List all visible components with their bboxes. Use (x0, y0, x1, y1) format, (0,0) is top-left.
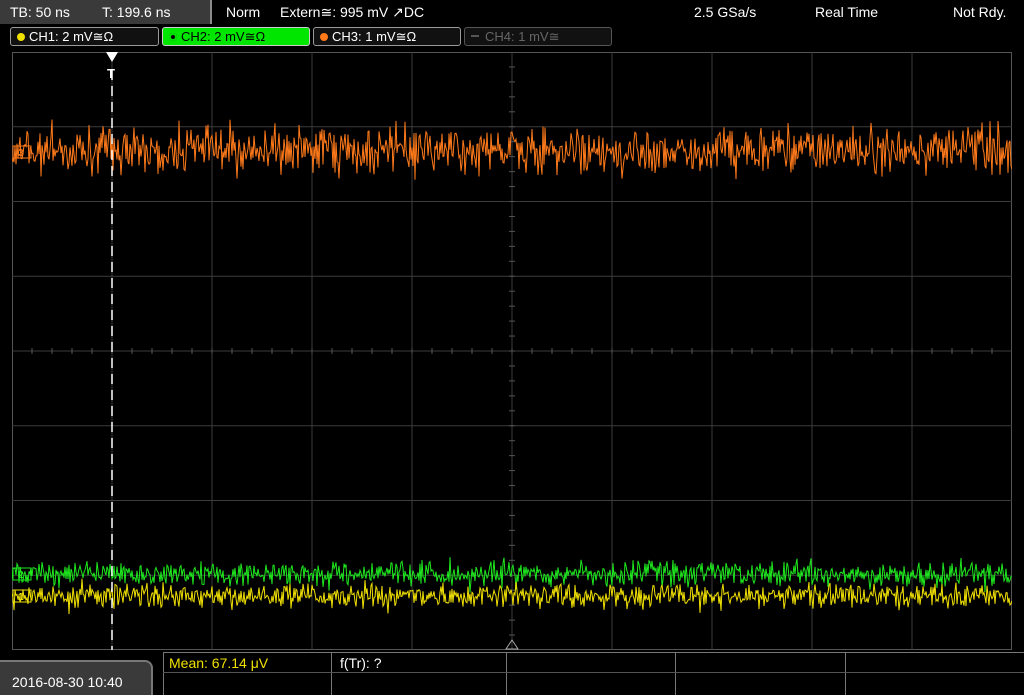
channel-3-indicator-icon (320, 33, 328, 41)
measurement-divider (506, 652, 507, 695)
channel-2-label: CH2: 2 mV≅Ω (181, 29, 266, 44)
frequency-measurement[interactable]: f(Tr): ? (340, 655, 381, 671)
trigger-source-label[interactable]: Extern≅: 995 mV ↗DC (280, 4, 424, 21)
channel-2-button[interactable]: CH2: 2 mV≅Ω (162, 27, 310, 46)
channel-1-level-marker: 1 (18, 592, 24, 603)
channel-2-level-marker: 2 (18, 570, 24, 581)
timebase-label[interactable]: TB: 50 ns (10, 4, 70, 20)
trigger-position-label[interactable]: T: 199.6 ns (102, 4, 171, 20)
datetime-box: 2016-08-30 10:40 (0, 660, 153, 695)
trigger-marker-label: T (107, 66, 115, 81)
channel-1-button[interactable]: CH1: 2 mV≅Ω (10, 27, 159, 46)
measurement-panel: Mean: 67.14 μV f(Tr): ? (163, 652, 1024, 695)
measurement-row-divider (163, 672, 1024, 673)
channel-4-label: CH4: 1 mV≅ (485, 29, 560, 44)
measurement-grid (163, 652, 1024, 695)
status-bar: TB: 50 ns T: 199.6 ns Norm Extern≅: 995 … (0, 0, 1024, 24)
acquisition-mode-label[interactable]: Real Time (815, 4, 878, 20)
channel-4-button[interactable]: CH4: 1 mV≅ (464, 27, 612, 46)
timebase-box[interactable]: TB: 50 ns T: 199.6 ns (0, 0, 212, 24)
measurement-divider (675, 652, 676, 695)
channel-3-level-marker: 3 (18, 148, 24, 159)
channel-bar: CH1: 2 mV≅Ω CH2: 2 mV≅Ω CH3: 1 mV≅Ω CH4:… (0, 24, 1024, 48)
measurement-divider (845, 652, 846, 695)
trigger-status-label: Not Rdy. (953, 4, 1007, 20)
channel-1-indicator-icon (17, 33, 25, 41)
channel-4-off-icon (471, 35, 479, 37)
datetime-label: 2016-08-30 10:40 (12, 674, 123, 690)
trigger-mode-label[interactable]: Norm (226, 4, 260, 20)
sample-rate-label[interactable]: 2.5 GSa/s (694, 4, 756, 20)
mean-measurement[interactable]: Mean: 67.14 μV (169, 655, 268, 671)
bottom-bar: 2016-08-30 10:40 Mean: 67.14 μV f(Tr): ? (0, 652, 1024, 695)
channel-3-label: CH3: 1 mV≅Ω (332, 29, 417, 44)
measurement-divider (331, 652, 332, 695)
channel-1-label: CH1: 2 mV≅Ω (29, 29, 114, 44)
channel-3-button[interactable]: CH3: 1 mV≅Ω (313, 27, 461, 46)
channel-2-indicator-icon (169, 33, 177, 41)
waveform-display[interactable]: T 3 2 1 (12, 52, 1012, 650)
